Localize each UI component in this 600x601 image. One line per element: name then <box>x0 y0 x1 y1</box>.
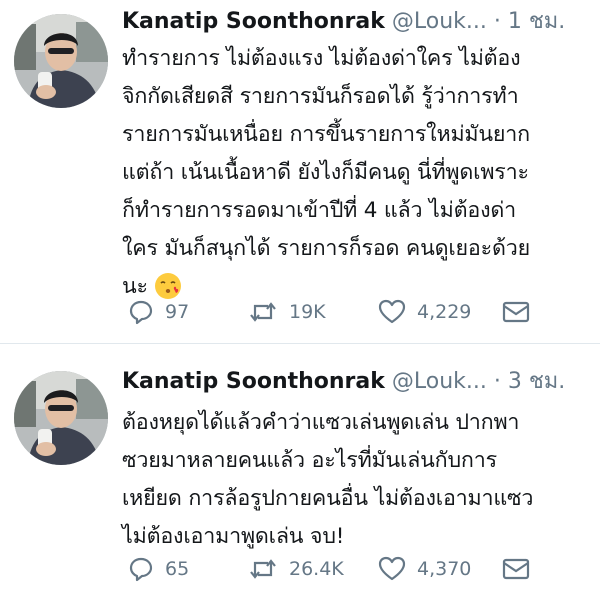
direct-message-button[interactable] <box>502 553 530 585</box>
tweet-header: Kanatip Soonthonrak @Louk... · 1 ชม. <box>122 5 588 39</box>
heart-icon <box>378 299 406 325</box>
tweet[interactable]: Kanatip Soonthonrak @Louk... · 1 ชม. ทำร… <box>0 0 600 344</box>
author-handle[interactable]: @Louk... <box>392 9 487 34</box>
tweet-text: ต้องหยุดได้แล้วคำว่าแซวเล่นพูดเล่น ปากพา… <box>122 404 592 556</box>
like-count: 4,370 <box>417 558 472 580</box>
reply-icon <box>128 299 154 325</box>
author-name[interactable]: Kanatip Soonthonrak <box>122 9 385 34</box>
reply-icon <box>128 556 154 582</box>
tweet-text: ทำรายการ ไม่ต้องแรง ไม่ต้องด่าใคร ไม่ต้อ… <box>122 40 592 313</box>
envelope-icon <box>502 300 530 324</box>
avatar[interactable] <box>14 14 108 108</box>
tweet-header: Kanatip Soonthonrak @Louk... · 3 ชม. <box>122 365 588 399</box>
retweet-button[interactable]: 26.4K <box>248 553 344 585</box>
retweet-button[interactable]: 19K <box>248 296 326 328</box>
like-count: 4,229 <box>417 301 472 323</box>
tweet-actions: 97 19K 4,229 <box>122 296 592 328</box>
tweet-actions: 65 26.4K 4,370 <box>122 553 592 585</box>
envelope-icon <box>502 557 530 581</box>
direct-message-button[interactable] <box>502 296 530 328</box>
tweet[interactable]: Kanatip Soonthonrak @Louk... · 3 ชม. ต้อ… <box>0 345 600 601</box>
timestamp[interactable]: · 3 ชม. <box>494 369 565 394</box>
author-handle[interactable]: @Louk... <box>392 369 487 394</box>
tweet-text-content: ต้องหยุดได้แล้วคำว่าแซวเล่นพูดเล่น ปากพา… <box>122 410 534 549</box>
reply-button[interactable]: 97 <box>128 296 189 328</box>
like-button[interactable]: 4,370 <box>378 553 471 585</box>
retweet-count: 19K <box>289 301 326 323</box>
retweet-count: 26.4K <box>289 558 344 580</box>
like-button[interactable]: 4,229 <box>378 296 471 328</box>
timestamp[interactable]: · 1 ชม. <box>494 9 565 34</box>
author-name[interactable]: Kanatip Soonthonrak <box>122 369 385 394</box>
reply-count: 65 <box>165 558 190 580</box>
retweet-icon <box>248 299 278 325</box>
tweet-text-content: ทำรายการ ไม่ต้องแรง ไม่ต้องด่าใคร ไม่ต้อ… <box>122 46 531 299</box>
reply-button[interactable]: 65 <box>128 553 189 585</box>
heart-icon <box>378 556 406 582</box>
retweet-icon <box>248 556 278 582</box>
reply-count: 97 <box>165 301 190 323</box>
avatar[interactable] <box>14 371 108 465</box>
